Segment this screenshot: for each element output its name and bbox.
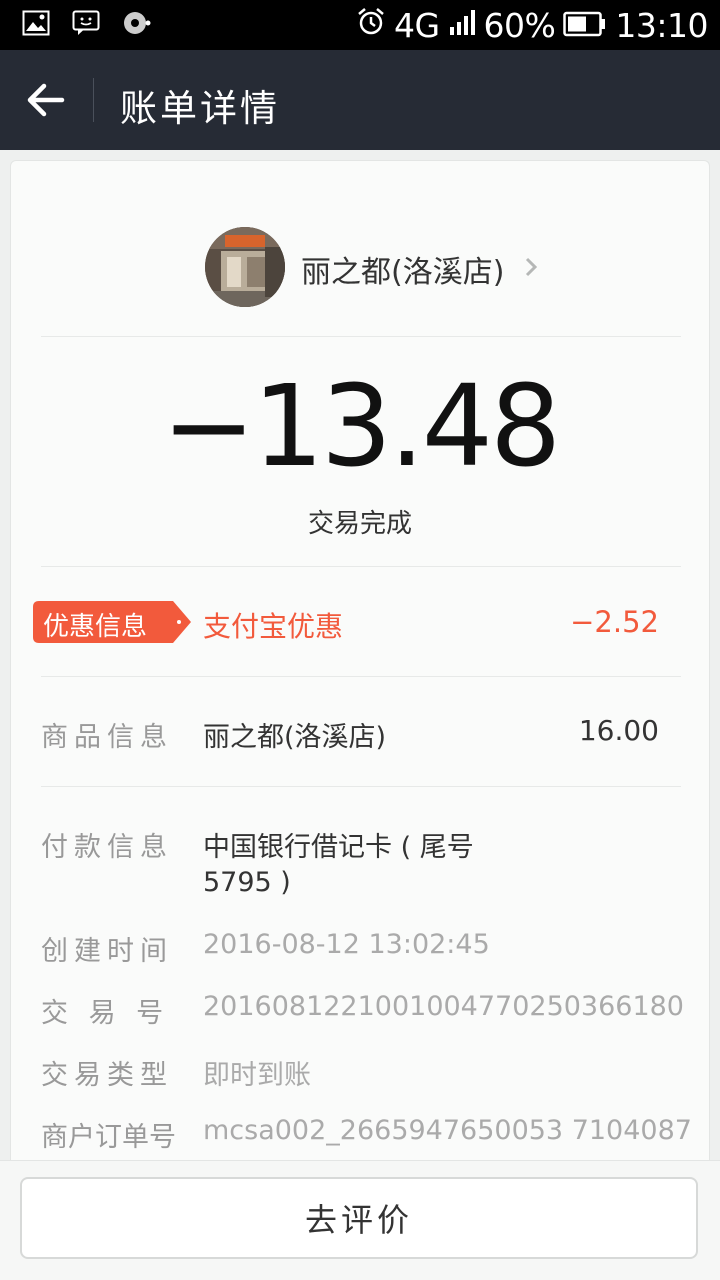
divider (41, 336, 681, 337)
nav-divider (93, 78, 94, 122)
merchant-name: 丽之都(洛溪店) (301, 255, 505, 290)
page-title: 账单详情 (120, 87, 280, 130)
merchant-row[interactable]: 丽之都(洛溪店) (11, 227, 709, 307)
transaction-status: 交易完成 (307, 509, 412, 539)
promo-tag: 优惠信息 (33, 601, 193, 643)
merchant-avatar (205, 227, 285, 307)
bill-card: 丽之都(洛溪店) −13.48 交易完成 优惠信息 支付宝优惠 −2.52 商品… (10, 160, 710, 1160)
divider (41, 676, 681, 677)
rate-button[interactable]: 去评价 (20, 1177, 698, 1259)
trade-type-label: 交易类型 (41, 1060, 173, 1091)
message-icon (72, 10, 100, 40)
bottom-action-bar: 去评价 (0, 1160, 720, 1280)
order-no-label: 商户订单号 (41, 1122, 176, 1153)
nav-bar: 账单详情 (0, 50, 720, 150)
clock: 13:10 (615, 5, 708, 45)
trade-no-label: 交 易 号 (41, 998, 170, 1029)
gallery-icon (22, 10, 50, 40)
trade-type-value: 即时到账 (203, 1060, 311, 1091)
back-arrow-icon[interactable] (26, 82, 66, 118)
battery-percent: 60% (483, 5, 556, 45)
divider (41, 786, 681, 787)
network-type: 4G (393, 5, 440, 45)
payment-method-line2: 5795 ) (203, 867, 291, 898)
signal-icon (448, 6, 476, 45)
trade-no-value: 2016081221001004770250366180 (203, 991, 684, 1022)
created-time-label: 创建时间 (41, 936, 173, 967)
payment-label: 付款信息 (41, 832, 173, 863)
promo-tag-label: 优惠信息 (43, 612, 148, 642)
disk-icon (122, 10, 152, 40)
status-bar: 4G 60% 13:10 (0, 0, 720, 50)
divider (41, 566, 681, 567)
goods-amount: 16.00 (578, 714, 659, 747)
promo-amount: −2.52 (570, 605, 659, 639)
payment-method-line1: 中国银行借记卡 ( 尾号 (203, 832, 474, 863)
goods-label: 商品信息 (41, 722, 173, 753)
transaction-amount: −13.48 (161, 362, 561, 492)
order-no-value: mcsa002_2665947650053 7104087 (203, 1115, 692, 1146)
alarm-icon (356, 6, 386, 45)
goods-name: 丽之都(洛溪店) (203, 722, 387, 753)
chevron-right-icon (523, 251, 541, 283)
created-time-value: 2016-08-12 13:02:45 (203, 929, 490, 960)
promo-source: 支付宝优惠 (203, 610, 344, 643)
battery-icon (563, 6, 607, 45)
